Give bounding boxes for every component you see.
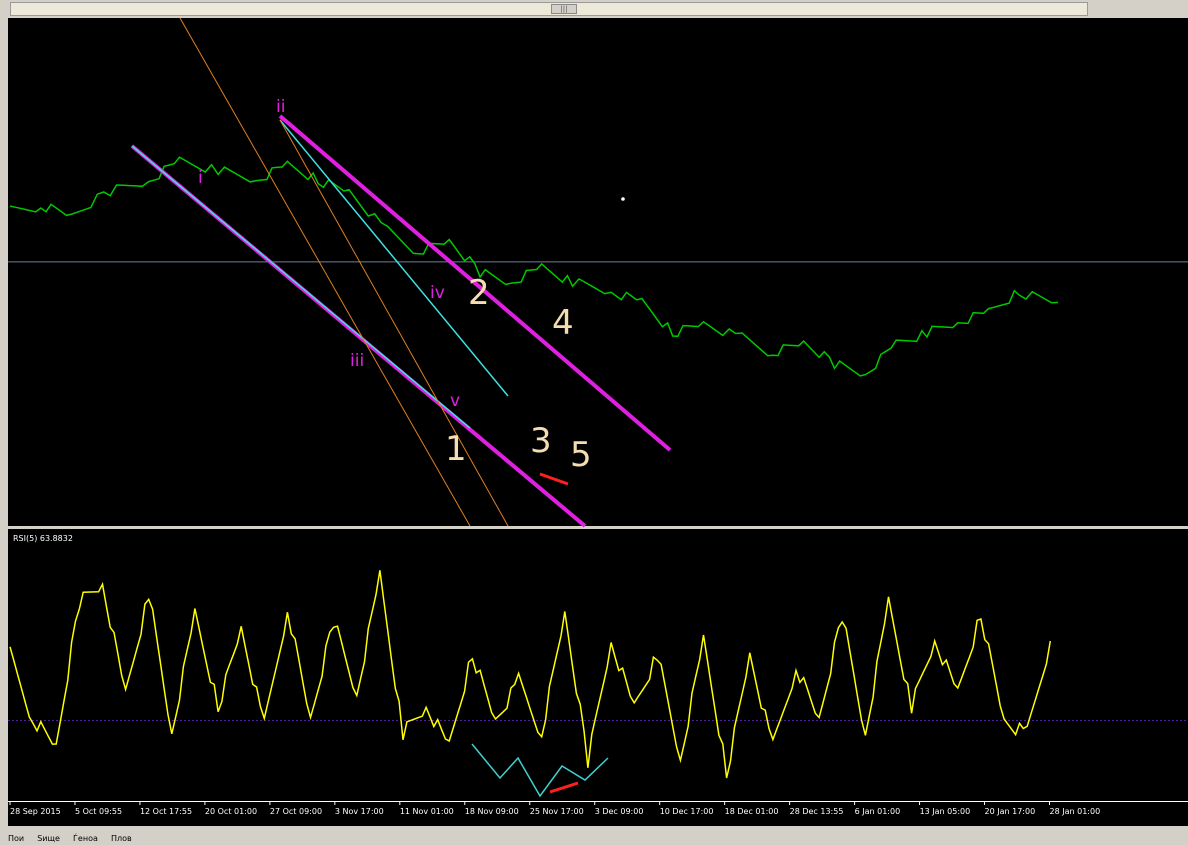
wave-label: 1 xyxy=(445,429,467,469)
x-tick-label: 6 Jan 01:00 xyxy=(855,807,901,816)
x-tick-label: 18 Nov 09:00 xyxy=(465,807,519,816)
wave-label: 2 xyxy=(468,273,490,313)
wave-label: 3 xyxy=(530,421,552,461)
price-dot xyxy=(621,197,625,201)
x-tick-label: 3 Dec 09:00 xyxy=(595,807,644,816)
x-tick-label: 11 Nov 01:00 xyxy=(400,807,454,816)
x-tick-label: 28 Sep 2015 xyxy=(10,807,61,816)
x-tick-label: 3 Nov 17:00 xyxy=(335,807,384,816)
x-tick-label: 28 Jan 01:00 xyxy=(1050,807,1101,816)
wave-label: iii xyxy=(350,351,364,371)
rsi-title: RSI(5) 63.8832 xyxy=(13,534,73,543)
rsi-pane-background xyxy=(8,529,1188,801)
x-tick-label: 5 Oct 09:55 xyxy=(75,807,122,816)
x-tick-label: 27 Oct 09:00 xyxy=(270,807,322,816)
wave-label: 4 xyxy=(552,303,574,343)
x-tick-label: 20 Oct 01:00 xyxy=(205,807,257,816)
wave-label: 5 xyxy=(570,435,592,475)
price-pane-background xyxy=(8,18,1188,526)
x-tick-label: 12 Oct 17:55 xyxy=(140,807,192,816)
chart[interactable]: 28 Sep 2015 5 Oct 09:55 12 Oct 17:55 20 Oct… xyxy=(0,0,1188,826)
x-tick-label: 20 Jan 17:00 xyxy=(985,807,1036,816)
x-tick-label: 25 Nov 17:00 xyxy=(530,807,584,816)
x-tick-label: 10 Dec 17:00 xyxy=(660,807,714,816)
bottom-tabs: Пои Ѕище Ѓеноа Плов xyxy=(0,826,1188,843)
x-tick-label: 28 Dec 13:55 xyxy=(790,807,844,816)
wave-label: iv xyxy=(430,283,445,303)
wave-label: v xyxy=(450,391,460,411)
x-tick-label: 18 Dec 01:00 xyxy=(725,807,779,816)
x-tick-label: 13 Jan 05:00 xyxy=(920,807,971,816)
wave-label: i xyxy=(198,168,203,188)
wave-label: ii xyxy=(276,97,285,117)
